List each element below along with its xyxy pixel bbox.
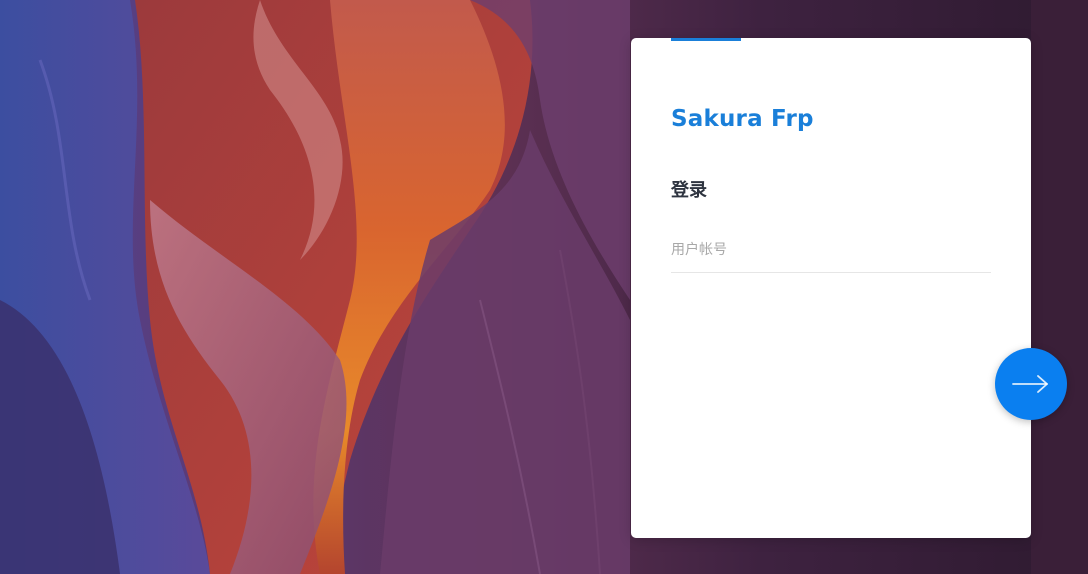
login-heading: 登录 <box>671 180 707 201</box>
arrow-right-icon <box>1012 374 1050 394</box>
username-input[interactable] <box>671 228 991 273</box>
login-card: Sakura Frp 登录 <box>631 38 1031 538</box>
next-button[interactable] <box>995 348 1067 420</box>
brand-title: Sakura Frp <box>671 106 814 132</box>
card-accent-bar <box>671 38 741 41</box>
